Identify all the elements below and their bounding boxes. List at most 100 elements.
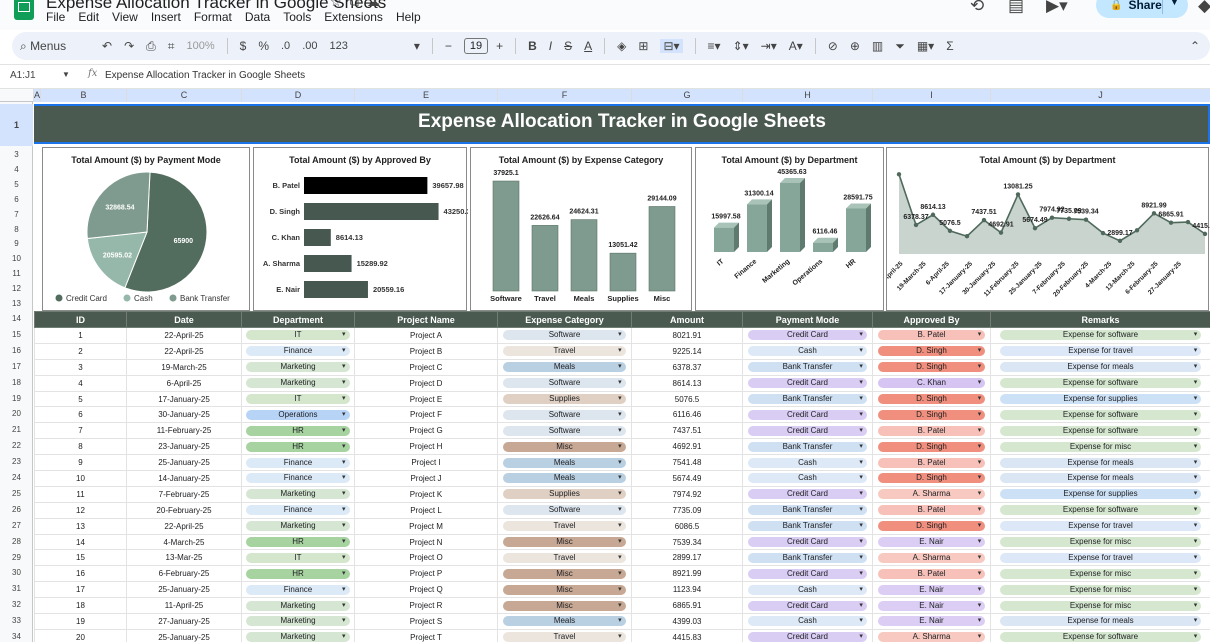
dropdown-chip[interactable]: E. Nair [877, 584, 986, 595]
column-header-cell[interactable]: Expense Category [497, 311, 632, 328]
table-cell[interactable]: 6-February-25 [126, 565, 242, 583]
column-header[interactable]: A [33, 89, 40, 102]
table-cell[interactable]: Software [497, 501, 632, 519]
dropdown-chip[interactable]: IT [246, 394, 350, 404]
row-header[interactable]: 31 [0, 581, 33, 597]
table-cell[interactable]: Marketing [241, 374, 355, 392]
table-cell[interactable]: 19 [34, 613, 127, 630]
text-wrap-icon[interactable]: ⇥▾ [761, 39, 777, 53]
table-cell[interactable]: 4399.03 [631, 613, 743, 630]
table-cell[interactable]: Bank Transfer [742, 390, 873, 408]
dropdown-chip[interactable]: Misc [503, 441, 626, 452]
print-icon[interactable]: ⎙ [146, 39, 156, 54]
table-cell[interactable]: 7735.09 [631, 501, 743, 519]
table-cell[interactable]: 16 [34, 565, 127, 583]
column-header-cell[interactable]: Remarks [990, 311, 1210, 328]
table-cell[interactable]: Project T [354, 628, 498, 642]
row-header[interactable]: 22 [0, 438, 33, 454]
column-header-cell[interactable]: Department [241, 311, 355, 328]
table-cell[interactable]: 8921.99 [631, 565, 743, 583]
dropdown-chip[interactable]: Expense for misc [999, 584, 1202, 595]
dropdown-chip[interactable]: Travel [503, 632, 626, 642]
dropdown-chip[interactable]: B. Patel [877, 425, 986, 436]
table-cell[interactable]: HR [241, 565, 355, 583]
table-cell[interactable]: 17-January-25 [126, 390, 242, 408]
table-cell[interactable]: IT [241, 549, 355, 567]
table-cell[interactable]: 4415.83 [631, 628, 743, 642]
dropdown-chip[interactable]: Credit Card [748, 568, 867, 579]
strikethrough-icon[interactable]: S [564, 39, 572, 53]
dropdown-chip[interactable]: Expense for meals [999, 616, 1202, 627]
table-cell[interactable]: Finance [241, 501, 355, 519]
table-cell[interactable]: 11-February-25 [126, 422, 242, 440]
table-cell[interactable]: 1123.94 [631, 581, 743, 599]
table-cell[interactable]: Finance [241, 342, 355, 360]
table-cell[interactable]: Misc [497, 438, 632, 456]
dropdown-chip[interactable]: Travel [503, 346, 626, 357]
table-cell[interactable]: Travel [497, 342, 632, 360]
table-cell[interactable]: 5 [34, 390, 127, 408]
table-cell[interactable]: Bank Transfer [742, 501, 873, 519]
table-cell[interactable]: Marketing [241, 358, 355, 376]
table-cell[interactable]: Expense for software [990, 327, 1210, 344]
table-cell[interactable]: Marketing [241, 628, 355, 642]
dropdown-chip[interactable]: Credit Card [748, 409, 867, 420]
table-cell[interactable]: Project N [354, 533, 498, 551]
table-cell[interactable]: Credit Card [742, 485, 873, 503]
table-cell[interactable]: 22-April-25 [126, 342, 242, 360]
table-cell[interactable]: Marketing [241, 613, 355, 630]
history-icon[interactable]: ⟲ [970, 0, 984, 16]
table-cell[interactable]: B. Patel [872, 327, 991, 344]
table-cell[interactable]: 9225.14 [631, 342, 743, 360]
table-cell[interactable]: Expense for software [990, 628, 1210, 642]
dropdown-chip[interactable]: E. Nair [877, 616, 986, 627]
table-cell[interactable]: 7 [34, 422, 127, 440]
menu-format[interactable]: Format [194, 10, 232, 24]
dropdown-chip[interactable]: Operations [246, 409, 350, 420]
table-cell[interactable]: D. Singh [872, 390, 991, 408]
table-cell[interactable]: 6378.37 [631, 358, 743, 376]
table-cell[interactable]: IT [241, 390, 355, 408]
table-cell[interactable]: Cash [742, 470, 873, 487]
table-cell[interactable]: C. Khan [872, 374, 991, 392]
table-cell[interactable]: 11 [34, 485, 127, 503]
dropdown-chip[interactable]: Supplies [503, 394, 626, 404]
table-cell[interactable]: Project Q [354, 581, 498, 599]
table-cell[interactable]: Finance [241, 454, 355, 472]
dropdown-chip[interactable]: D. Singh [877, 394, 986, 404]
table-cell[interactable]: Expense for supplies [990, 390, 1210, 408]
column-header[interactable]: F [497, 89, 631, 102]
insert-comment-icon[interactable]: ⊕ [850, 39, 860, 53]
column-header[interactable]: G [631, 89, 742, 102]
table-cell[interactable]: Meals [497, 613, 632, 630]
table-cell[interactable]: 2 [34, 342, 127, 360]
dropdown-chip[interactable]: D. Singh [877, 362, 986, 373]
table-cell[interactable]: Expense for travel [990, 517, 1210, 535]
row-header[interactable]: 29 [0, 550, 33, 566]
dropdown-chip[interactable]: Credit Card [748, 378, 867, 389]
dropdown-chip[interactable]: Cash [748, 346, 867, 357]
table-cell[interactable]: Project M [354, 517, 498, 535]
table-cell[interactable]: Project C [354, 358, 498, 376]
dropdown-chip[interactable]: Bank Transfer [748, 441, 867, 452]
table-cell[interactable]: 25-January-25 [126, 581, 242, 599]
chart-expense-category[interactable]: Total Amount ($) by Expense Category 379… [470, 147, 692, 311]
menu-insert[interactable]: Insert [151, 10, 181, 24]
sheets-logo-icon[interactable] [14, 0, 34, 20]
table-cell[interactable]: Project S [354, 613, 498, 630]
row-header[interactable]: 25 [0, 486, 33, 502]
dropdown-chip[interactable]: Misc [503, 568, 626, 579]
name-box[interactable]: A1:J1 [10, 70, 36, 81]
table-cell[interactable]: 7-February-25 [126, 485, 242, 503]
title-banner[interactable]: Expense Allocation Tracker in Google She… [34, 104, 1210, 144]
dropdown-chip[interactable]: B. Patel [877, 568, 986, 579]
dropdown-chip[interactable]: Finance [246, 584, 350, 595]
table-cell[interactable]: 6116.46 [631, 406, 743, 424]
table-cell[interactable]: Project D [354, 374, 498, 392]
table-cell[interactable]: Finance [241, 581, 355, 599]
table-cell[interactable]: E. Nair [872, 613, 991, 630]
chart-department-bar[interactable]: Total Amount ($) by Department 15997.58 I… [695, 147, 884, 311]
row-header[interactable]: 26 [0, 502, 33, 518]
column-header-cell[interactable]: ID [34, 311, 127, 328]
font-family-select[interactable]: ▾ [360, 39, 420, 53]
